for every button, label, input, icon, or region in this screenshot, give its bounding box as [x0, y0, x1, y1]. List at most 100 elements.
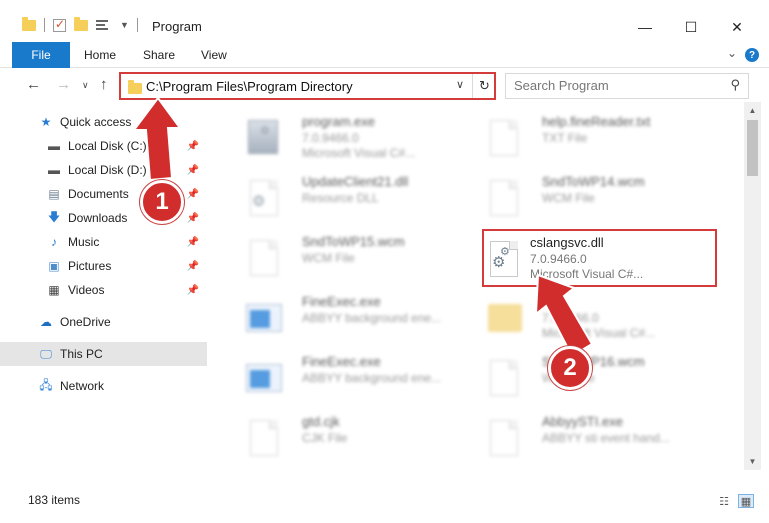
- forward-arrow-icon[interactable]: →: [56, 76, 71, 93]
- file-item[interactable]: gtd.cjk CJK File: [222, 408, 457, 466]
- sidebar-item-pictures[interactable]: ▣ Pictures 📌: [0, 254, 207, 278]
- sidebar-item-label: Local Disk (C:): [68, 139, 147, 153]
- navigation-bar: ← → ∨ ↑ C:\Program Files\Program Directo…: [0, 68, 769, 102]
- collapse-ribbon-icon[interactable]: ⌄: [727, 46, 737, 60]
- step-1-badge: 1: [140, 180, 184, 224]
- toolbar-separator: [44, 18, 45, 32]
- close-button[interactable]: ✕: [714, 12, 760, 42]
- sidebar-item-local-disk-c[interactable]: ▬ Local Disk (C:) 📌: [0, 134, 207, 158]
- toolbar-separator: [136, 18, 138, 32]
- pin-icon: 📌: [186, 284, 199, 296]
- scrollbar-thumb[interactable]: [747, 120, 758, 176]
- file-version: 7.0.9466.0: [542, 311, 599, 325]
- file-icon: [246, 416, 282, 460]
- sidebar-item-this-pc[interactable]: 🖵 This PC: [0, 342, 207, 366]
- properties-check-icon[interactable]: [53, 17, 66, 32]
- details-view-icon[interactable]: ☷: [716, 494, 732, 508]
- file-icon: [486, 176, 522, 220]
- vertical-scrollbar[interactable]: ▲ ▼: [744, 102, 761, 470]
- file-type: Resource DLL: [302, 191, 379, 205]
- step-2-badge: 2: [548, 346, 592, 390]
- file-item[interactable]: help.fineReader.txt TXT File: [462, 108, 697, 166]
- file-name: cslangsvc.dll: [530, 235, 604, 250]
- network-icon: 🖧: [39, 377, 53, 392]
- chevron-down-icon[interactable]: ▼: [120, 20, 129, 30]
- file-item[interactable]: SndToWP14.wcm WCM File: [462, 168, 697, 226]
- file-name: UpdateClient21.dll: [302, 174, 409, 189]
- file-item-cslangsvc[interactable]: ⚙ ⚙ cslangsvc.dll 7.0.9466.0 Microsoft Vi…: [482, 229, 717, 287]
- sidebar-item-local-disk-d[interactable]: ▬ Local Disk (D:) 📌: [0, 158, 207, 182]
- search-box[interactable]: ⚲: [505, 73, 749, 99]
- search-input[interactable]: [514, 78, 714, 93]
- file-name: gtd.cjk: [302, 414, 340, 429]
- up-arrow-icon[interactable]: ↑: [100, 76, 108, 93]
- tab-share[interactable]: Share: [143, 48, 175, 62]
- search-icon[interactable]: ⚲: [730, 77, 740, 93]
- address-bar[interactable]: C:\Program Files\Program Directory ∨ ↻: [119, 73, 495, 99]
- pin-icon: 📌: [186, 188, 199, 200]
- item-count: 183 items: [28, 493, 81, 507]
- ribbon-tabs: File Home Share View ⌄ ?: [0, 42, 769, 68]
- quick-access-toolbar: ▼: [22, 16, 138, 32]
- navigation-pane: ★ Quick access ▬ Local Disk (C:) 📌 ▬ Loc…: [0, 102, 210, 489]
- file-item[interactable]: FineExec.exe ABBYY background ene...: [222, 288, 457, 346]
- tab-file[interactable]: File: [12, 42, 70, 68]
- status-bar: 183 items ☷ ▦: [0, 489, 769, 511]
- sidebar-item-network[interactable]: 🖧 Network: [0, 374, 207, 398]
- address-path[interactable]: C:\Program Files\Program Directory: [146, 79, 353, 94]
- scroll-up-icon[interactable]: ▲: [744, 102, 761, 119]
- tab-home[interactable]: Home: [84, 48, 116, 62]
- file-name: el...: [542, 294, 563, 309]
- sidebar-item-label: Music: [68, 235, 100, 249]
- pin-icon: 📌: [186, 212, 199, 224]
- file-item[interactable]: ⚙ UpdateClient21.dll Resource DLL: [222, 168, 457, 226]
- folder-icon: [22, 16, 36, 31]
- large-icons-view-icon[interactable]: ▦: [738, 494, 754, 508]
- computer-icon: 🖵: [40, 346, 52, 361]
- file-item[interactable]: el... 7.0.9466.0 Microsoft Visual C#...: [462, 288, 697, 346]
- sidebar-item-label: This PC: [60, 347, 103, 361]
- file-name: SndToWP15.wcm: [302, 234, 405, 249]
- new-folder-icon[interactable]: [74, 16, 88, 31]
- file-name: program.exe: [302, 114, 375, 129]
- film-icon: ▦: [48, 283, 60, 297]
- file-description: ABBYY sti event hand...: [542, 431, 670, 445]
- back-arrow-icon[interactable]: ←: [26, 76, 41, 93]
- file-description: ABBYY background ene...: [302, 311, 442, 325]
- dll-file-icon: ⚙: [246, 176, 282, 220]
- drive-icon: ▬: [48, 139, 60, 153]
- refresh-icon[interactable]: ↻: [472, 74, 496, 98]
- sidebar-item-label: Downloads: [68, 211, 128, 225]
- file-item[interactable]: FineExec.exe ABBYY background ene...: [222, 348, 457, 406]
- file-item[interactable]: SndToWP15.wcm WCM File: [222, 228, 457, 286]
- sidebar-item-onedrive[interactable]: ☁ OneDrive: [0, 310, 207, 334]
- file-item[interactable]: AbbyySTI.exe ABBYY sti event hand...: [462, 408, 697, 466]
- app-file-icon: [246, 356, 282, 400]
- title-bar: ▼ Program — ☐ ✕: [0, 0, 769, 42]
- documents-icon: ▤: [48, 187, 60, 201]
- pin-icon: 📌: [186, 164, 199, 176]
- sidebar-item-music[interactable]: ♪ Music 📌: [0, 230, 207, 254]
- file-icon: [246, 236, 282, 280]
- chevron-down-icon[interactable]: ∨: [456, 78, 464, 91]
- file-list: ⚙ program.exe 7.0.9466.0 Microsoft Visua…: [210, 102, 744, 470]
- drive-icon: ▬: [48, 163, 60, 177]
- scroll-down-icon[interactable]: ▼: [744, 453, 761, 470]
- file-type: WCM File: [542, 191, 595, 205]
- sidebar-item-videos[interactable]: ▦ Videos 📌: [0, 278, 207, 302]
- file-item[interactable]: ⚙ program.exe 7.0.9466.0 Microsoft Visua…: [222, 108, 457, 166]
- minimize-button[interactable]: —: [622, 12, 668, 42]
- text-file-icon: [486, 116, 522, 160]
- tab-view[interactable]: View: [201, 48, 227, 62]
- file-description: Microsoft Visual C#...: [530, 267, 644, 281]
- file-icon: [486, 416, 522, 460]
- sidebar-item-quick-access[interactable]: ★ Quick access: [0, 110, 207, 134]
- recent-locations-chevron-icon[interactable]: ∨: [82, 80, 89, 91]
- sidebar-item-label: Local Disk (D:): [68, 163, 147, 177]
- star-icon: ★: [40, 115, 52, 129]
- maximize-button[interactable]: ☐: [668, 12, 714, 42]
- file-name: help.fineReader.txt: [542, 114, 651, 129]
- customize-icon[interactable]: [96, 19, 112, 31]
- pin-icon: 📌: [186, 140, 199, 152]
- help-icon[interactable]: ?: [745, 48, 759, 62]
